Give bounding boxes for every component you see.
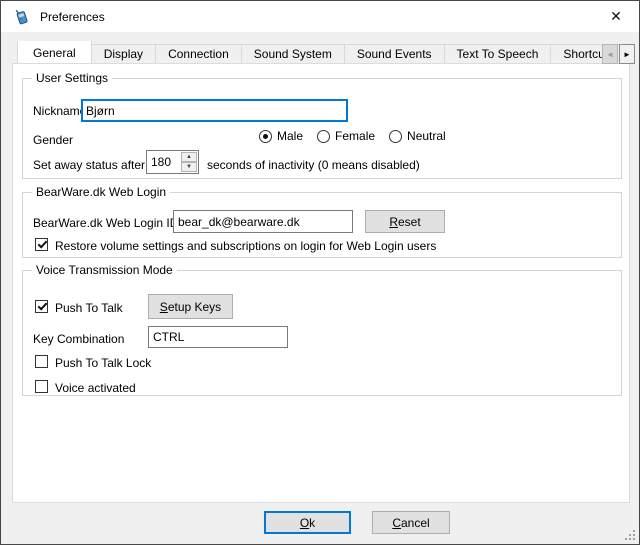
tab-label: Display bbox=[104, 47, 143, 61]
away-status-suffix-label: seconds of inactivity (0 means disabled) bbox=[207, 158, 420, 172]
spin-up-button[interactable]: ▲ bbox=[181, 152, 197, 162]
tab-label: Sound Events bbox=[357, 47, 432, 61]
preferences-dialog: Preferences ✕ General Display Connection… bbox=[0, 0, 640, 545]
close-icon: ✕ bbox=[610, 8, 622, 25]
radio-label: Female bbox=[335, 129, 375, 143]
tab-label: General bbox=[33, 46, 76, 60]
tab-sound-system[interactable]: Sound System bbox=[241, 44, 345, 63]
voice-transmission-group: Voice Transmission Mode Push To Talk Set… bbox=[22, 270, 622, 396]
gender-option-female[interactable]: Female bbox=[317, 129, 375, 143]
reset-button[interactable]: Reset bbox=[365, 210, 445, 233]
window-title: Preferences bbox=[40, 10, 105, 24]
tab-general[interactable]: General bbox=[17, 41, 92, 63]
button-label: eset bbox=[398, 215, 421, 229]
web-login-group: BearWare.dk Web Login BearWare.dk Web Lo… bbox=[22, 192, 622, 258]
tab-scroller: ◄ ► bbox=[602, 44, 635, 64]
tab-text-to-speech[interactable]: Text To Speech bbox=[444, 44, 552, 63]
nickname-input[interactable] bbox=[81, 99, 348, 122]
tab-label: Connection bbox=[168, 47, 229, 61]
cancel-button[interactable]: Cancel bbox=[372, 511, 450, 534]
tab-bar: General Display Connection Sound System … bbox=[17, 41, 635, 63]
gender-label: Gender bbox=[33, 133, 73, 147]
tab-sound-events[interactable]: Sound Events bbox=[344, 44, 445, 63]
away-seconds-spinner[interactable]: 180 ▲ ▼ bbox=[146, 150, 199, 174]
push-to-talk-lock-checkbox[interactable] bbox=[35, 355, 48, 368]
resize-grip-icon[interactable] bbox=[625, 530, 635, 540]
web-login-id-label: BearWare.dk Web Login ID bbox=[33, 216, 178, 230]
spinner-arrows: ▲ ▼ bbox=[181, 152, 197, 172]
button-label: C bbox=[392, 516, 401, 530]
restore-volume-checkbox[interactable] bbox=[35, 238, 48, 251]
radio-label: Neutral bbox=[407, 129, 446, 143]
teamtalk-app-icon bbox=[13, 8, 31, 26]
group-title: Voice Transmission Mode bbox=[32, 263, 177, 277]
push-to-talk-checkbox[interactable] bbox=[35, 300, 48, 313]
ok-button[interactable]: Ok bbox=[264, 511, 351, 534]
close-button[interactable]: ✕ bbox=[593, 1, 639, 32]
tab-scroll-left-button[interactable]: ◄ bbox=[602, 44, 618, 64]
title-bar: Preferences ✕ bbox=[1, 1, 639, 32]
setup-keys-button[interactable]: Setup Keys bbox=[148, 294, 233, 319]
radio-female bbox=[317, 130, 330, 143]
spin-down-icon: ▼ bbox=[186, 164, 192, 170]
key-combination-input[interactable] bbox=[148, 326, 288, 348]
push-to-talk-label: Push To Talk bbox=[55, 301, 123, 315]
button-label: O bbox=[300, 516, 309, 530]
gender-radio-group: Male Female Neutral bbox=[259, 129, 460, 143]
scroll-right-icon: ► bbox=[623, 50, 631, 59]
button-label: ancel bbox=[401, 516, 430, 530]
key-combination-label: Key Combination bbox=[33, 332, 124, 346]
scroll-left-icon: ◄ bbox=[606, 50, 614, 59]
button-label: R bbox=[389, 215, 398, 229]
group-title: BearWare.dk Web Login bbox=[32, 185, 170, 199]
general-tab-panel: User Settings Nickname Gender Male Femal… bbox=[12, 63, 630, 503]
spin-up-icon: ▲ bbox=[186, 154, 192, 160]
restore-volume-label: Restore volume settings and subscription… bbox=[55, 239, 436, 253]
gender-option-neutral[interactable]: Neutral bbox=[389, 129, 446, 143]
user-settings-group: User Settings Nickname Gender Male Femal… bbox=[22, 78, 622, 179]
spin-down-button[interactable]: ▼ bbox=[181, 162, 197, 172]
voice-activated-label: Voice activated bbox=[55, 381, 136, 395]
nickname-label: Nickname bbox=[33, 104, 86, 118]
away-seconds-value: 180 bbox=[151, 151, 171, 173]
voice-activated-checkbox[interactable] bbox=[35, 380, 48, 393]
button-label: S bbox=[160, 300, 168, 314]
radio-male bbox=[259, 130, 272, 143]
away-status-label: Set away status after bbox=[33, 158, 145, 172]
group-title: User Settings bbox=[32, 71, 112, 85]
radio-label: Male bbox=[277, 129, 303, 143]
tab-label: Text To Speech bbox=[457, 47, 539, 61]
tab-display[interactable]: Display bbox=[91, 44, 156, 63]
radio-neutral bbox=[389, 130, 402, 143]
tab-label: Sound System bbox=[254, 47, 332, 61]
button-label: etup Keys bbox=[168, 300, 221, 314]
button-label: k bbox=[309, 516, 315, 530]
web-login-id-input[interactable] bbox=[173, 210, 353, 233]
gender-option-male[interactable]: Male bbox=[259, 129, 303, 143]
tab-scroll-right-button[interactable]: ► bbox=[619, 44, 635, 64]
push-to-talk-lock-label: Push To Talk Lock bbox=[55, 356, 151, 370]
tab-connection[interactable]: Connection bbox=[155, 44, 242, 63]
